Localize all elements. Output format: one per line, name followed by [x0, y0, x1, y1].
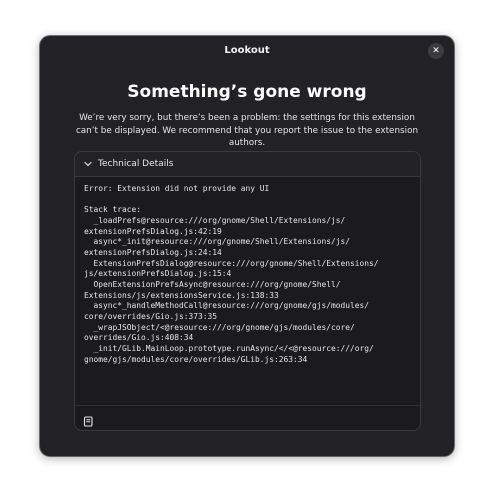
titlebar: Lookout ✕	[40, 36, 454, 66]
copy-icon	[83, 416, 93, 427]
technical-details-toggle[interactable]: Technical Details	[75, 152, 420, 177]
window-title: Lookout	[224, 45, 270, 56]
error-message: We’re very sorry, but there’s been a pro…	[75, 113, 419, 148]
error-heading: Something’s gone wrong	[127, 82, 367, 102]
technical-details-label: Technical Details	[98, 159, 174, 169]
technical-details-panel: Technical Details Error: Extension did n…	[74, 151, 421, 431]
close-icon: ✕	[432, 45, 440, 56]
details-footer	[75, 405, 420, 430]
stack-trace-text[interactable]: Error: Extension did not provide any UI …	[75, 177, 420, 365]
dialog-window: Lookout ✕ Something’s gone wrong We’re v…	[40, 36, 454, 456]
close-button[interactable]: ✕	[428, 43, 444, 59]
copy-button[interactable]	[83, 412, 94, 427]
chevron-down-icon	[83, 159, 93, 169]
